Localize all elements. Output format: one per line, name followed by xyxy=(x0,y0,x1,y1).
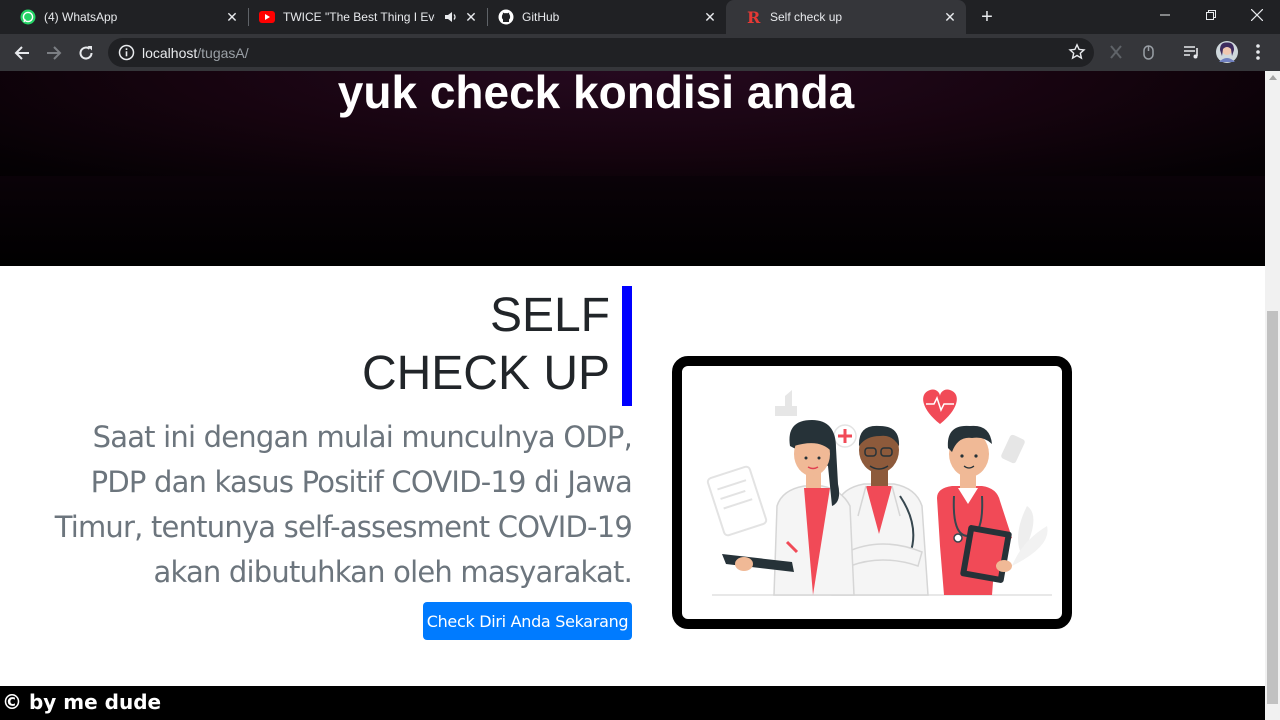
tab-youtube[interactable]: TWICE "The Best Thing I Ever Did" ✕ xyxy=(239,0,487,34)
page-viewport: yuk check kondisi anda SELF CHECK UP Saa… xyxy=(0,71,1265,720)
youtube-icon xyxy=(259,9,275,25)
extension-x-icon[interactable] xyxy=(1106,42,1126,62)
tab-self-check-up[interactable]: R Self check up ✕ xyxy=(726,0,966,34)
media-controls-icon[interactable] xyxy=(1182,42,1202,62)
close-tab-icon[interactable]: ✕ xyxy=(224,9,240,25)
reload-button[interactable] xyxy=(72,39,100,67)
lead-paragraph: Saat ini dengan mulai munculnya ODP, PDP… xyxy=(54,420,633,589)
title-accent-bar xyxy=(622,286,632,406)
page-scrollbar[interactable] xyxy=(1265,71,1280,720)
browser-toolbar: localhost/tugasA/ xyxy=(0,34,1280,71)
tab-title: GitHub xyxy=(522,10,560,24)
r-logo-icon: R xyxy=(746,9,762,25)
close-tab-icon[interactable]: ✕ xyxy=(463,9,479,25)
address-bar[interactable]: localhost/tugasA/ xyxy=(108,38,1094,67)
close-tab-icon[interactable]: ✕ xyxy=(702,9,718,25)
scroll-up-arrow-icon[interactable] xyxy=(1269,75,1277,80)
footer: © by me dude xyxy=(0,686,1265,720)
svg-text:R: R xyxy=(747,9,761,25)
url-host: localhost xyxy=(142,45,198,61)
whatsapp-icon xyxy=(20,9,36,25)
tab-title: (4) WhatsApp xyxy=(44,10,118,24)
new-tab-button[interactable]: + xyxy=(977,7,997,27)
footer-text: © by me dude xyxy=(2,690,162,714)
profile-avatar[interactable] xyxy=(1215,40,1239,64)
github-icon xyxy=(498,9,514,25)
forward-button[interactable] xyxy=(40,39,68,67)
page-title-line-2: CHECK UP xyxy=(361,347,610,400)
url-path: /tugasA/ xyxy=(197,45,249,61)
hero-shade xyxy=(0,176,1265,266)
tab-strip: (4) WhatsApp ✕ TWICE "The Best Thing I E… xyxy=(0,0,1280,34)
close-window-button[interactable] xyxy=(1234,0,1280,30)
hero-banner: yuk check kondisi anda xyxy=(0,71,1265,266)
info-icon[interactable] xyxy=(118,44,135,61)
bookmark-star-icon[interactable] xyxy=(1068,43,1086,61)
restore-button[interactable] xyxy=(1188,0,1234,30)
page-title: SELF CHECK UP xyxy=(362,287,610,403)
extension-mouse-icon[interactable] xyxy=(1138,42,1158,62)
hero-title: yuk check kondisi anda xyxy=(337,71,855,118)
tab-title: Self check up xyxy=(770,10,843,24)
audio-playing-icon[interactable] xyxy=(444,10,458,27)
back-button[interactable] xyxy=(8,39,36,67)
medical-team-illustration xyxy=(706,389,1052,596)
menu-dots-icon[interactable] xyxy=(1248,42,1268,62)
tab-whatsapp[interactable]: (4) WhatsApp ✕ xyxy=(0,0,248,34)
scrollbar-thumb[interactable] xyxy=(1267,311,1278,704)
tab-title: TWICE "The Best Thing I Ever Did" xyxy=(283,10,435,24)
close-tab-icon[interactable]: ✕ xyxy=(942,9,958,25)
check-now-button[interactable]: Check Diri Anda Sekarang xyxy=(423,602,632,640)
url-text[interactable]: localhost/tugasA/ xyxy=(142,45,249,61)
tab-github[interactable]: GitHub ✕ xyxy=(478,0,726,34)
minimize-button[interactable] xyxy=(1142,0,1188,30)
illustration-frame xyxy=(672,356,1072,629)
page-title-line-1: SELF xyxy=(489,289,610,342)
